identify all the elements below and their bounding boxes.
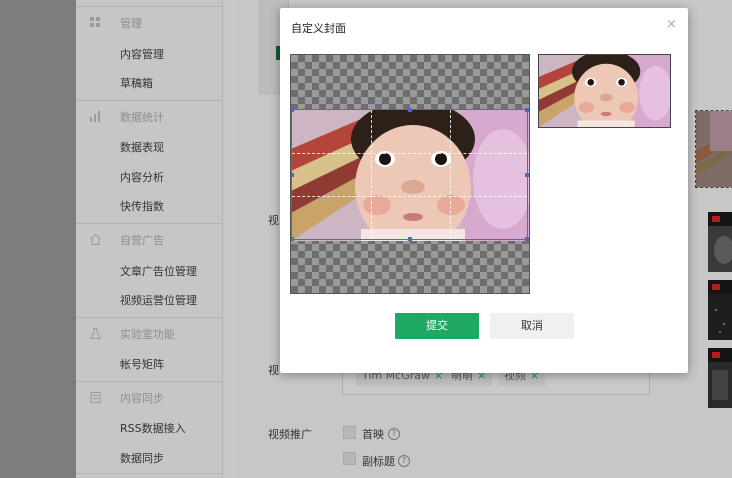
- video-frame-image: [708, 294, 732, 340]
- sidebar-item-rss-import[interactable]: RSS数据接入: [120, 420, 186, 436]
- sidebar-section-title: 数据统计: [120, 111, 164, 124]
- video-frame-image: [708, 226, 732, 272]
- close-icon[interactable]: ×: [666, 18, 677, 32]
- sidebar-section-manage: 管理: [76, 6, 222, 39]
- sidebar-section-title: 实验室功能: [120, 328, 175, 341]
- video-frame-image: [708, 362, 732, 408]
- first-show-label: 首映: [362, 428, 384, 441]
- crop-handle[interactable]: [525, 108, 529, 112]
- flask-icon: [90, 328, 101, 339]
- sidebar-item-content-manage[interactable]: 内容管理: [120, 46, 164, 62]
- baby-photo-preview-image: [539, 55, 670, 127]
- left-margin: [0, 0, 76, 478]
- image-cropper[interactable]: [290, 54, 530, 294]
- submit-button[interactable]: 提交: [395, 313, 479, 339]
- crop-handle[interactable]: [525, 237, 529, 241]
- sidebar-section-ads: 自营广告: [76, 223, 222, 256]
- sidebar-item-data-performance[interactable]: 数据表现: [120, 139, 164, 155]
- crop-handle[interactable]: [525, 173, 529, 177]
- sidebar-item-content-analysis[interactable]: 内容分析: [120, 169, 164, 185]
- subtitle-checkbox[interactable]: [343, 452, 356, 465]
- custom-cover-dialog: 自定义封面 × 提交 取消: [280, 8, 688, 373]
- form-label-promo: 视频推广: [268, 428, 312, 441]
- cover-preview: [538, 54, 671, 128]
- crop-gridline: [371, 110, 372, 239]
- form-label-video-tags: 视: [268, 364, 279, 377]
- subtitle-label: 副标题: [362, 455, 395, 468]
- crop-gridline: [292, 196, 527, 197]
- crop-handle[interactable]: [291, 173, 294, 177]
- baby-photo-image: [696, 111, 732, 187]
- sidebar-section-title: 自营广告: [120, 234, 164, 247]
- sidebar-item-drafts[interactable]: 草稿箱: [120, 75, 153, 91]
- form-label-video: 视: [268, 214, 279, 227]
- crop-handle[interactable]: [291, 108, 294, 112]
- video-thumbnail[interactable]: [708, 280, 732, 340]
- help-icon[interactable]: ?: [398, 455, 410, 467]
- video-thumbnail[interactable]: [708, 212, 732, 272]
- divider: [76, 473, 222, 474]
- sidebar-item-video-ad-slots[interactable]: 视频运营位管理: [120, 292, 197, 308]
- cancel-button[interactable]: 取消: [490, 313, 574, 339]
- video-thumbnail[interactable]: [708, 348, 732, 408]
- document-icon: [90, 392, 101, 403]
- first-show-checkbox[interactable]: [343, 426, 356, 439]
- crop-selection-box[interactable]: [291, 108, 529, 241]
- crop-handle[interactable]: [291, 237, 294, 241]
- help-icon[interactable]: ?: [388, 428, 400, 440]
- sidebar-section-lab: 实验室功能: [76, 317, 222, 350]
- cover-thumbnail[interactable]: [695, 110, 732, 188]
- crop-gridline: [450, 110, 451, 239]
- sidebar-item-data-sync[interactable]: 数据同步: [120, 450, 164, 466]
- sidebar-item-share-index[interactable]: 快传指数: [120, 198, 164, 214]
- dialog-title: 自定义封面: [291, 22, 346, 35]
- sidebar-section-title: 管理: [120, 17, 142, 30]
- sidebar-item-article-ad-slots[interactable]: 文章广告位管理: [120, 263, 197, 279]
- crop-handle[interactable]: [408, 108, 412, 112]
- sidebar: 管理 内容管理 草稿箱 数据统计 数据表现 内容分析 快传指数 自营广告 文章广…: [76, 0, 223, 478]
- house-icon: [90, 234, 101, 245]
- grid-icon: [90, 17, 100, 27]
- sidebar-item-account-matrix[interactable]: 帐号矩阵: [120, 356, 164, 372]
- bar-chart-icon: [90, 111, 100, 122]
- sidebar-section-stats: 数据统计: [76, 100, 222, 133]
- sidebar-section-title: 内容同步: [120, 392, 164, 405]
- crop-handle[interactable]: [408, 237, 412, 241]
- crop-gridline: [292, 153, 527, 154]
- sidebar-section-sync: 内容同步: [76, 381, 222, 414]
